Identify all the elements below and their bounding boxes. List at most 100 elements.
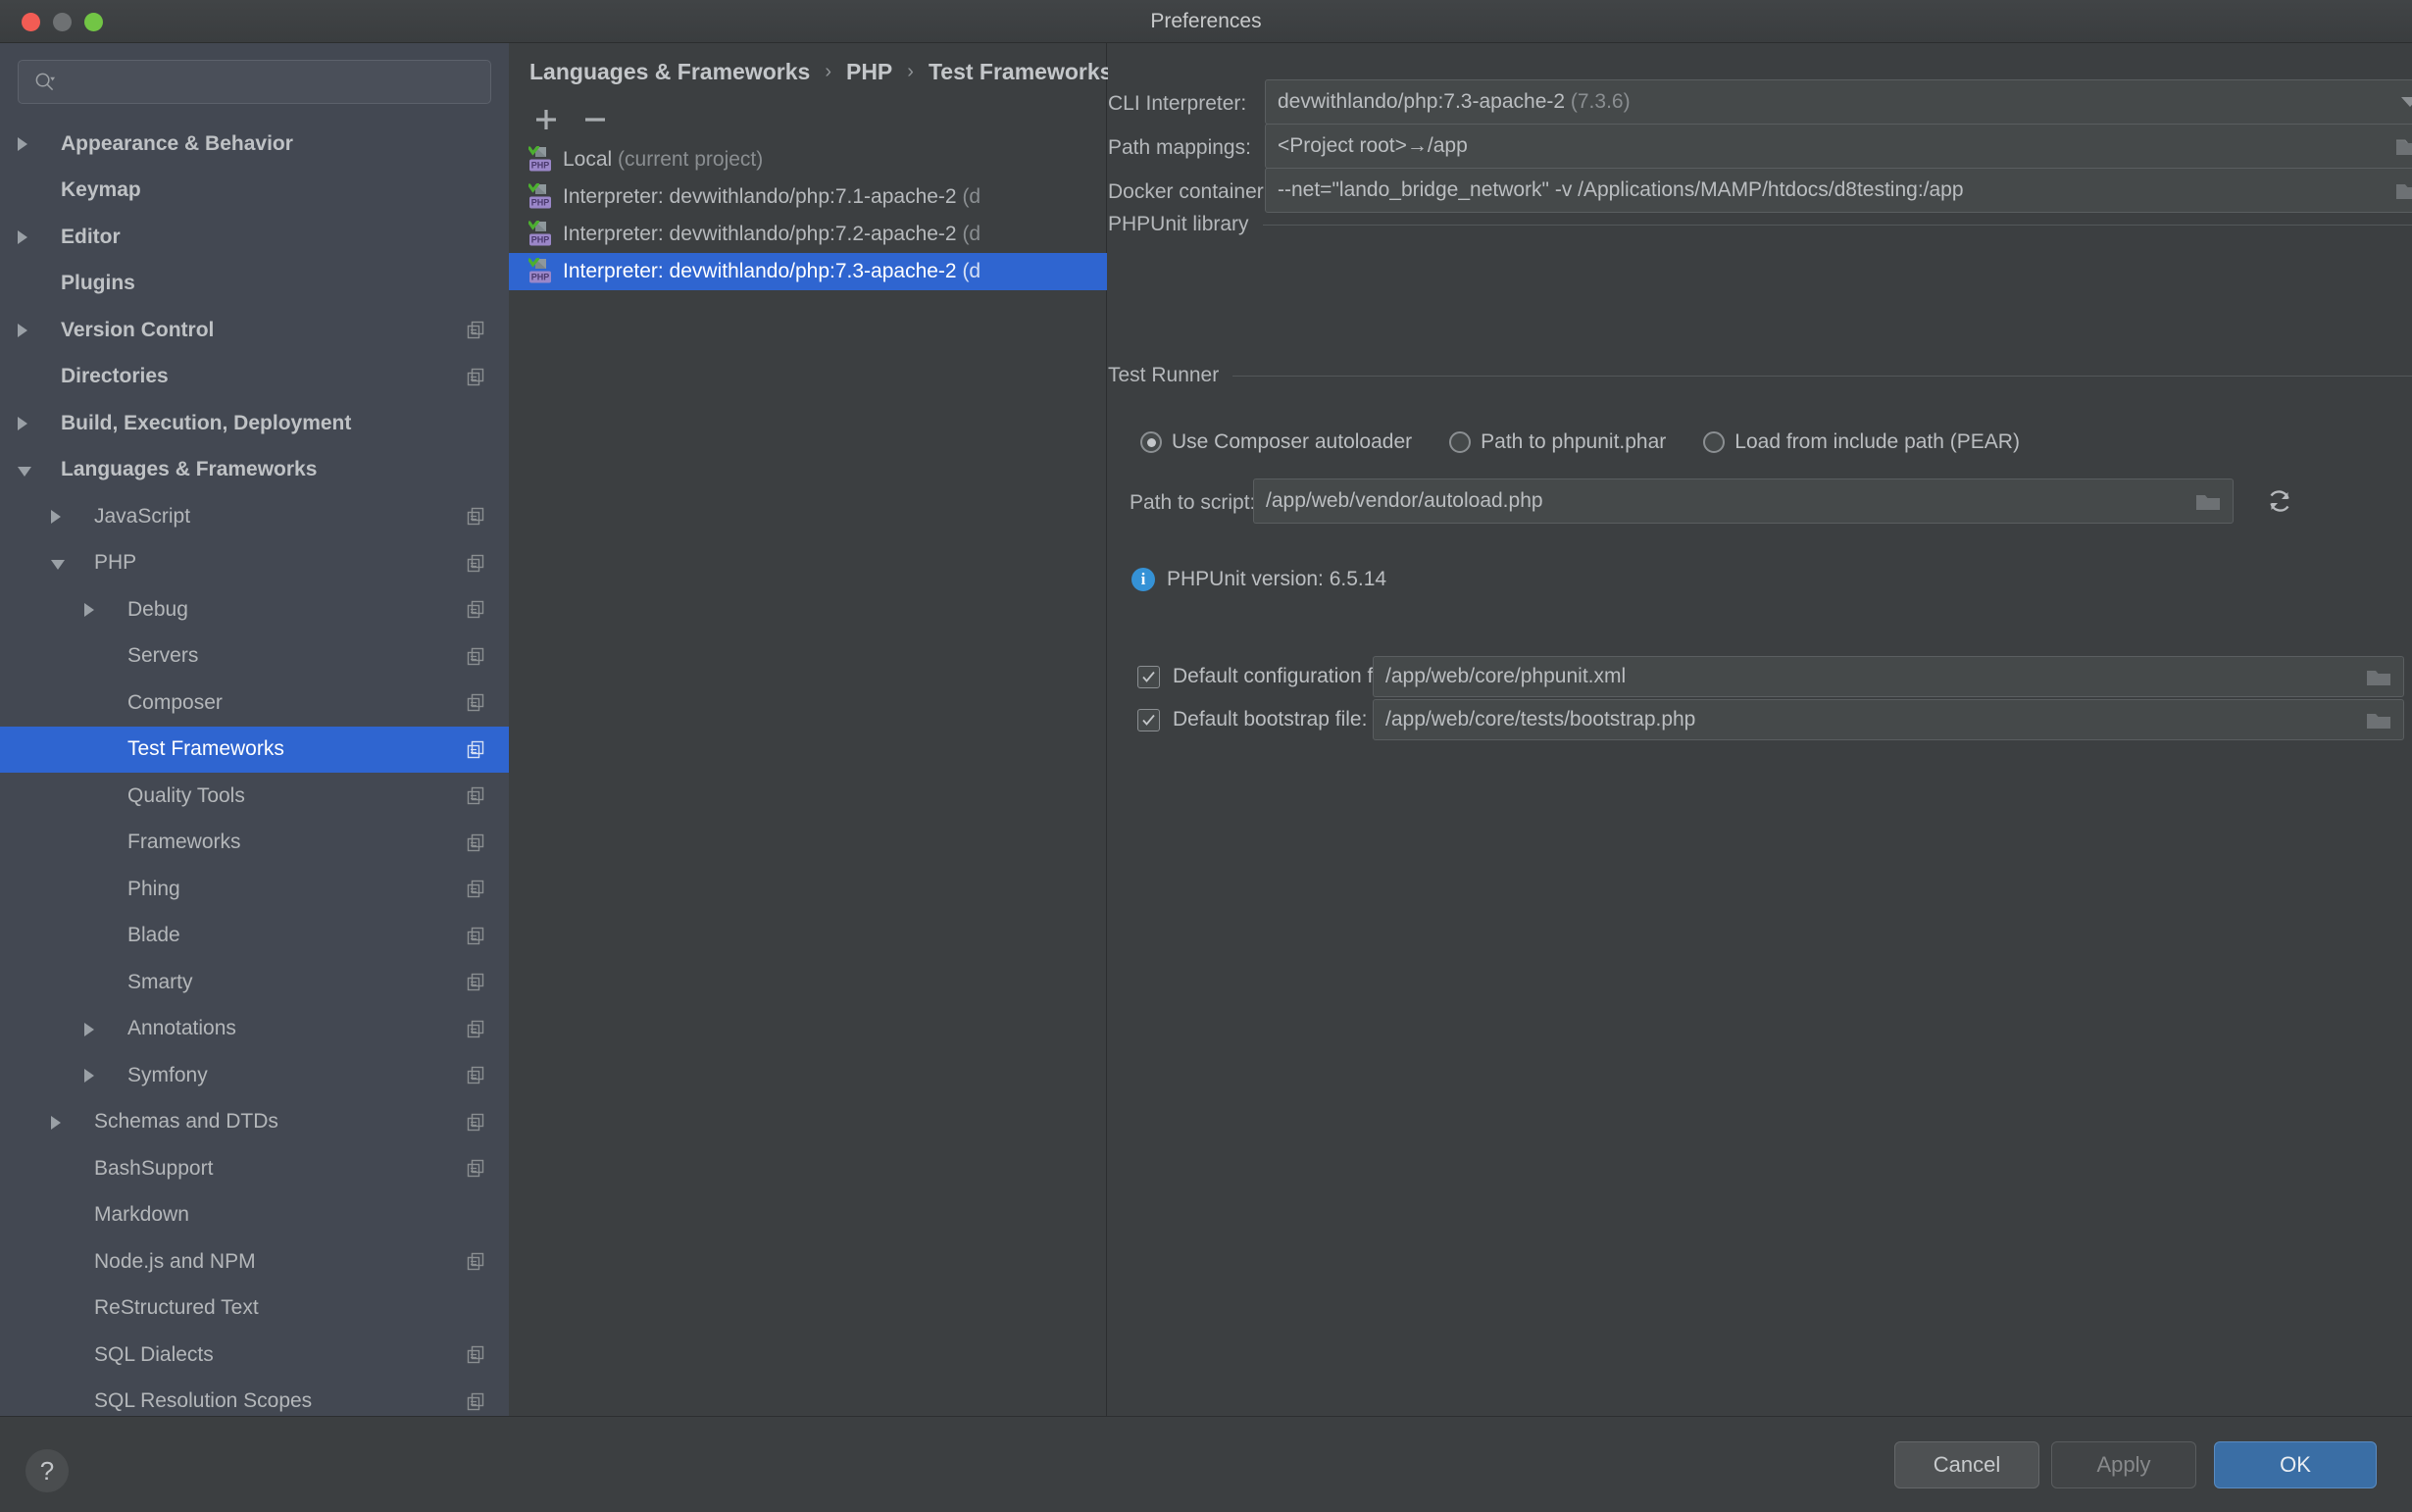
copy-icon[interactable] bbox=[467, 1159, 485, 1178]
folder-icon[interactable] bbox=[2366, 709, 2391, 731]
sidebar-item-build-execution-deployment[interactable]: Build, Execution, Deployment bbox=[0, 400, 509, 447]
help-button[interactable]: ? bbox=[25, 1449, 69, 1492]
sidebar-item-version-control[interactable]: Version Control bbox=[0, 307, 509, 354]
sidebar-item-restructured-text[interactable]: ReStructured Text bbox=[0, 1285, 509, 1333]
test-runner-path-input[interactable]: /app/web/core/phpunit.xml bbox=[1373, 656, 2404, 697]
sidebar-item-debug[interactable]: Debug bbox=[0, 586, 509, 633]
refresh-icon[interactable] bbox=[2265, 486, 2294, 516]
sidebar-item-frameworks[interactable]: Frameworks bbox=[0, 820, 509, 867]
copy-icon[interactable] bbox=[467, 973, 485, 991]
copy-icon[interactable] bbox=[467, 1020, 485, 1038]
sidebar-item-servers[interactable]: Servers bbox=[0, 633, 509, 680]
folder-icon[interactable] bbox=[2395, 135, 2412, 157]
cli-interpreter-dropdown[interactable]: devwithlando/php:7.3-apache-2 (7.3.6) bbox=[1265, 79, 2412, 125]
sidebar-item-languages-frameworks[interactable]: Languages & Frameworks bbox=[0, 447, 509, 494]
folder-icon[interactable] bbox=[2195, 490, 2221, 512]
sidebar-item-sql-resolution-scopes[interactable]: SQL Resolution Scopes bbox=[0, 1379, 509, 1417]
docker-container-input[interactable]: --net="lando_bridge_network" -v /Applica… bbox=[1265, 168, 2412, 213]
copy-icon[interactable] bbox=[467, 321, 485, 339]
ok-button[interactable]: OK bbox=[2214, 1441, 2377, 1488]
interpreter-list-item[interactable]: PHPInterpreter: devwithlando/php:7.2-apa… bbox=[509, 216, 1107, 253]
copy-icon[interactable] bbox=[467, 507, 485, 526]
phpunit-library-option[interactable]: Load from include path (PEAR) bbox=[1703, 430, 2047, 454]
interpreter-list-item[interactable]: PHPLocal (current project) bbox=[509, 141, 1107, 178]
interpreter-list-item[interactable]: PHPInterpreter: devwithlando/php:7.3-apa… bbox=[509, 253, 1107, 290]
copy-icon[interactable] bbox=[467, 1113, 485, 1132]
test-runner-checkbox-row[interactable]: Default bootstrap file: bbox=[1137, 708, 1367, 731]
path-mappings-value: <Project root>→/app bbox=[1266, 134, 2395, 158]
phpunit-library-option[interactable]: Path to phpunit.phar bbox=[1449, 430, 1693, 454]
sidebar-item-bashsupport[interactable]: BashSupport bbox=[0, 1145, 509, 1192]
sidebar-item-editor[interactable]: Editor bbox=[0, 214, 509, 261]
sidebar-item-markdown[interactable]: Markdown bbox=[0, 1192, 509, 1239]
sidebar-item-node-js-and-npm[interactable]: Node.js and NPM bbox=[0, 1238, 509, 1285]
sidebar-item-directories[interactable]: Directories bbox=[0, 354, 509, 401]
remove-interpreter-button[interactable] bbox=[578, 102, 613, 137]
test-runner-path-input[interactable]: /app/web/core/tests/bootstrap.php bbox=[1373, 699, 2404, 740]
copy-icon[interactable] bbox=[467, 833, 485, 852]
folder-icon[interactable] bbox=[2366, 666, 2391, 687]
sidebar-item-keymap[interactable]: Keymap bbox=[0, 168, 509, 215]
phpunit-library-option[interactable]: Use Composer autoloader bbox=[1140, 430, 1439, 454]
radio-button[interactable] bbox=[1703, 431, 1725, 453]
chevron-down-icon[interactable] bbox=[18, 467, 31, 477]
copy-icon[interactable] bbox=[467, 1345, 485, 1364]
chevron-right-icon[interactable] bbox=[18, 230, 27, 244]
copy-icon[interactable] bbox=[467, 1392, 485, 1411]
copy-icon[interactable] bbox=[467, 693, 485, 712]
copy-icon[interactable] bbox=[467, 880, 485, 898]
cancel-button[interactable]: Cancel bbox=[1894, 1441, 2039, 1488]
sidebar-item-quality-tools[interactable]: Quality Tools bbox=[0, 773, 509, 820]
sidebar-item-javascript[interactable]: JavaScript bbox=[0, 493, 509, 540]
interpreter-list-item[interactable]: PHPInterpreter: devwithlando/php:7.1-apa… bbox=[509, 178, 1107, 216]
sidebar-item-php[interactable]: PHP bbox=[0, 540, 509, 587]
sidebar-item-composer[interactable]: Composer bbox=[0, 680, 509, 727]
path-mappings-input[interactable]: <Project root>→/app bbox=[1265, 124, 2412, 169]
sidebar-item-appearance-behavior[interactable]: Appearance & Behavior bbox=[0, 121, 509, 168]
copy-icon[interactable] bbox=[467, 927, 485, 945]
copy-icon[interactable] bbox=[467, 740, 485, 759]
check-icon bbox=[1140, 669, 1157, 685]
sidebar-item-sql-dialects[interactable]: SQL Dialects bbox=[0, 1332, 509, 1379]
sidebar-item-phing[interactable]: Phing bbox=[0, 866, 509, 913]
apply-button[interactable]: Apply bbox=[2051, 1441, 2196, 1488]
copy-icon[interactable] bbox=[467, 368, 485, 386]
breadcrumb-part[interactable]: Languages & Frameworks bbox=[529, 59, 810, 85]
sidebar-item-smarty[interactable]: Smarty bbox=[0, 959, 509, 1006]
test-runner-checkbox-row[interactable]: Default configuration file: bbox=[1137, 665, 1399, 688]
radio-button[interactable] bbox=[1140, 431, 1162, 453]
sidebar-item-blade[interactable]: Blade bbox=[0, 913, 509, 960]
folder-icon[interactable] bbox=[2395, 179, 2412, 201]
copy-icon[interactable] bbox=[467, 554, 485, 573]
chevron-down-icon[interactable] bbox=[51, 560, 65, 570]
copy-icon[interactable] bbox=[467, 600, 485, 619]
chevron-right-icon[interactable] bbox=[18, 324, 27, 337]
dialog-footer bbox=[0, 1416, 2412, 1512]
sidebar-item-schemas-and-dtds[interactable]: Schemas and DTDs bbox=[0, 1099, 509, 1146]
chevron-right-icon[interactable] bbox=[84, 603, 94, 617]
chevron-right-icon[interactable] bbox=[84, 1069, 94, 1083]
breadcrumb-part[interactable]: PHP bbox=[846, 59, 892, 85]
radio-button[interactable] bbox=[1449, 431, 1471, 453]
sidebar-item-symfony[interactable]: Symfony bbox=[0, 1052, 509, 1099]
breadcrumb-part[interactable]: Test Frameworks bbox=[929, 59, 1112, 85]
chevron-right-icon[interactable] bbox=[84, 1023, 94, 1036]
copy-icon[interactable] bbox=[467, 786, 485, 805]
copy-icon[interactable] bbox=[467, 1066, 485, 1084]
chevron-right-icon[interactable] bbox=[51, 1116, 61, 1130]
sidebar-item-annotations[interactable]: Annotations bbox=[0, 1006, 509, 1053]
path-to-script-input[interactable]: /app/web/vendor/autoload.php bbox=[1253, 479, 2234, 524]
sidebar-item-test-frameworks[interactable]: Test Frameworks bbox=[0, 727, 509, 774]
search-box[interactable] bbox=[18, 60, 491, 104]
chevron-right-icon[interactable] bbox=[51, 510, 61, 524]
search-input[interactable] bbox=[66, 61, 482, 103]
checkbox[interactable] bbox=[1137, 666, 1160, 688]
copy-icon[interactable] bbox=[467, 647, 485, 666]
add-interpreter-button[interactable] bbox=[528, 102, 564, 137]
copy-icon[interactable] bbox=[467, 1252, 485, 1271]
chevron-right-icon[interactable] bbox=[18, 137, 27, 151]
docker-container-value: --net="lando_bridge_network" -v /Applica… bbox=[1266, 178, 2395, 202]
sidebar-item-plugins[interactable]: Plugins bbox=[0, 261, 509, 308]
checkbox[interactable] bbox=[1137, 709, 1160, 731]
chevron-right-icon[interactable] bbox=[18, 417, 27, 430]
